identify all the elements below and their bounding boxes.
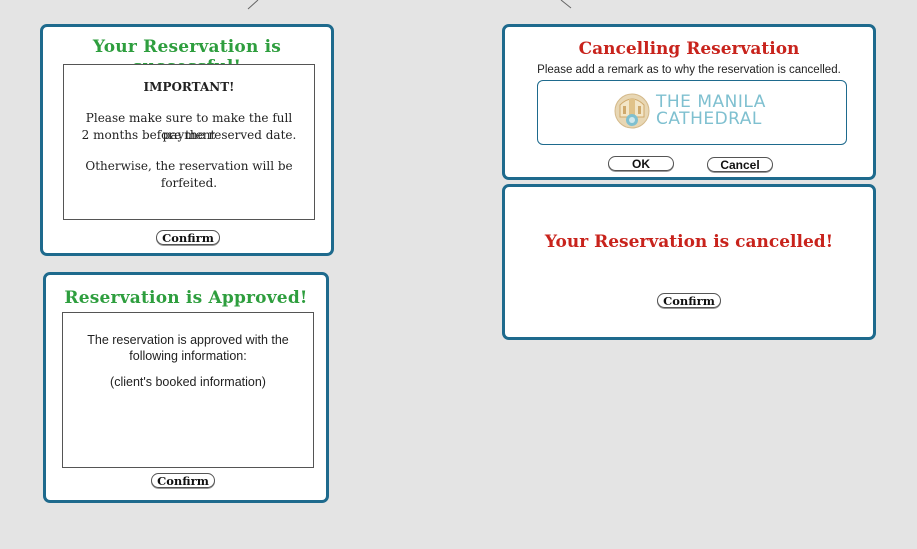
cancelling-reservation-dialog: Cancelling Reservation Please add a rema… (502, 24, 876, 180)
dialog-title: Reservation is Approved! (64, 288, 308, 308)
remark-input[interactable]: THE MANILA CATHEDRAL (537, 80, 847, 145)
confirm-button[interactable]: Confirm (156, 230, 220, 245)
cancel-button[interactable]: Cancel (707, 157, 773, 172)
info-line-2: following information: (129, 349, 247, 363)
dialog-subtitle: Please add a remark as to why the reserv… (537, 64, 841, 76)
confirm-button[interactable]: Confirm (657, 293, 721, 308)
reservation-cancelled-dialog: Your Reservation is cancelled! Confirm (502, 184, 876, 340)
notice-line-2: 2 months before the reserved date. (81, 128, 297, 142)
notice-heading: IMPORTANT! (143, 80, 235, 94)
confirm-button[interactable]: Confirm (151, 473, 215, 488)
approved-info-box: The reservation is approved with the fol… (62, 312, 314, 468)
reservation-approved-dialog: Reservation is Approved! The reservation… (43, 272, 329, 503)
dialog-title: Your Reservation is cancelled! (544, 232, 834, 252)
info-line-1: The reservation is approved with the (87, 333, 289, 347)
cathedral-seal-icon (614, 93, 650, 129)
important-notice-box: IMPORTANT! Please make sure to make the … (63, 64, 315, 220)
notice-line-3: Otherwise, the reservation will be forfe… (85, 159, 293, 190)
flow-connector-lines (247, 0, 572, 10)
ok-button[interactable]: OK (608, 156, 674, 171)
logo-line-2: CATHEDRAL (656, 109, 762, 129)
client-booked-info: (client's booked information) (110, 375, 266, 389)
reservation-successful-dialog: Your Reservation is successful! IMPORTAN… (40, 24, 334, 256)
dialog-title: Cancelling Reservation (578, 39, 800, 59)
manila-cathedral-logo: THE MANILA CATHEDRAL (614, 91, 766, 131)
